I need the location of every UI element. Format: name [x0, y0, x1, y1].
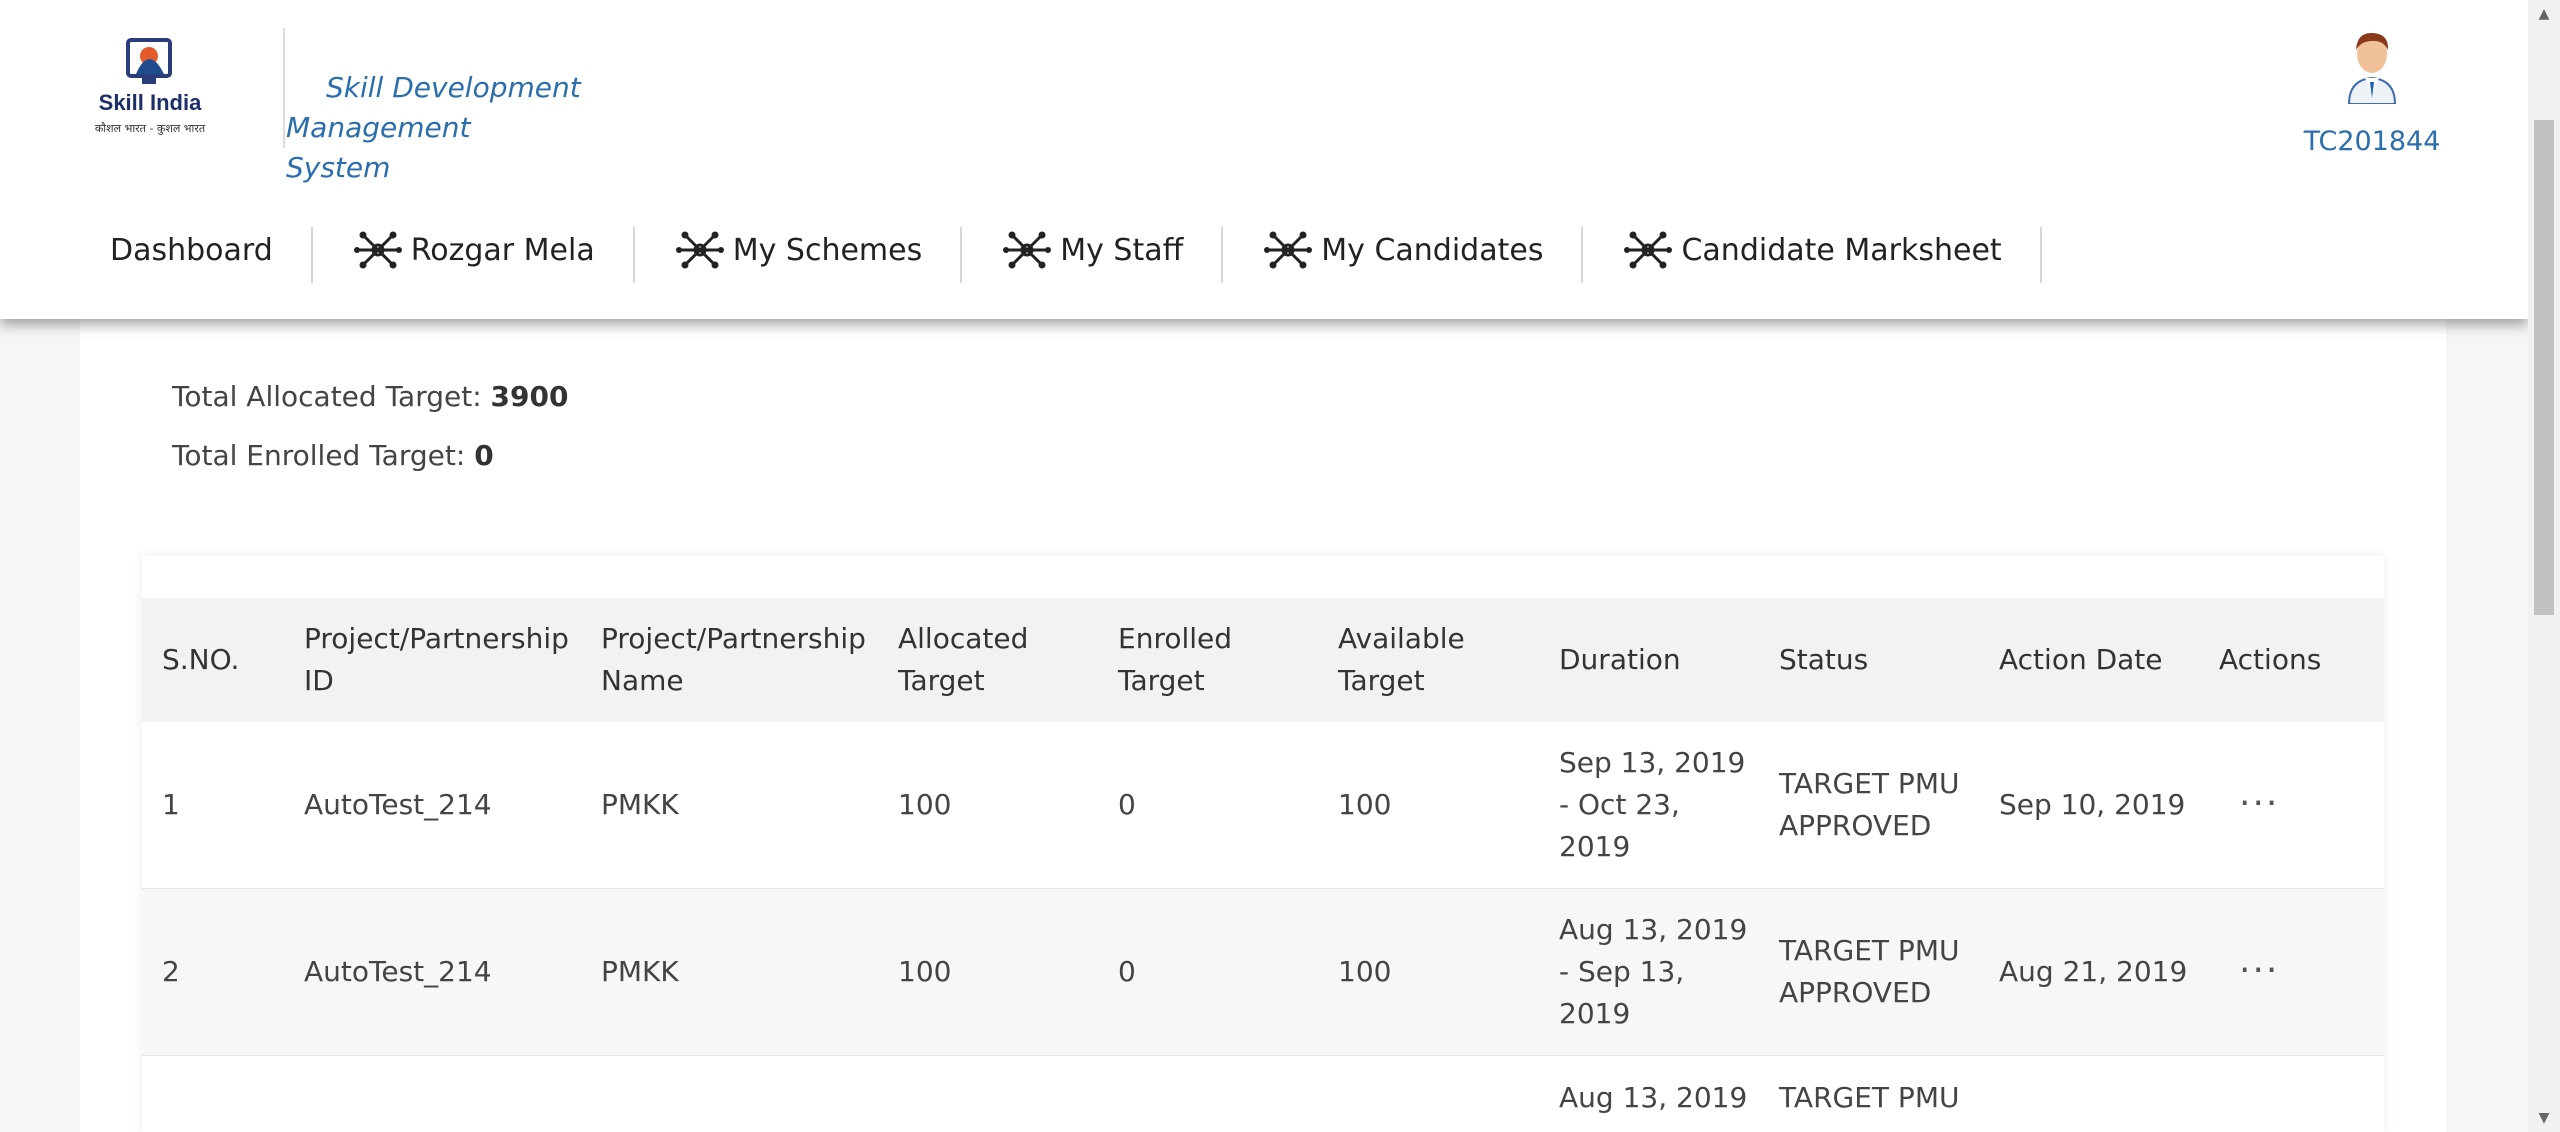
table-row: 1 AutoTest_214 PMKK 100 0 100 Sep 13, 20…	[142, 722, 2384, 889]
network-icon	[353, 231, 402, 269]
more-actions-button[interactable]: ···	[2219, 783, 2279, 824]
cell-enrolled: 0	[1118, 955, 1136, 988]
nav-my-candidates[interactable]: My Candidates	[1223, 215, 1584, 285]
nav-rozgar-mela[interactable]: Rozgar Mela	[313, 215, 635, 285]
total-enrolled-target: Total Enrolled Target: 0	[172, 439, 568, 472]
cell-project-name: PMKK	[601, 788, 679, 821]
total-enrolled-label: Total Enrolled Target:	[172, 439, 466, 472]
nav-candidate-marksheet[interactable]: Candidate Marksheet	[1583, 215, 2042, 285]
cell-project-id: AutoTest_214	[304, 788, 492, 821]
cell-status: TARGET PMU	[1779, 1081, 1960, 1114]
table-header-row: S.NO. Project/Partnership ID Project/Par…	[142, 598, 2384, 722]
cell-allocated: 100	[898, 788, 952, 821]
logo-divider	[283, 28, 285, 148]
total-allocated-target: Total Allocated Target: 3900	[172, 380, 568, 413]
network-icon	[1624, 231, 1673, 269]
cell-duration: Sep 13, 2019 - Oct 23, 2019	[1559, 746, 1746, 863]
target-summary: Total Allocated Target: 3900 Total Enrol…	[172, 380, 568, 498]
col-header-available[interactable]: Available Target	[1318, 598, 1539, 722]
cell-project-name: PMKK	[601, 955, 679, 988]
nav-my-staff[interactable]: My Staff	[962, 215, 1224, 285]
cell-action-date: Sep 10, 2019	[1999, 788, 2186, 821]
cell-project-id	[284, 1056, 581, 1132]
col-header-sno[interactable]: S.NO.	[142, 598, 284, 722]
more-actions-button[interactable]	[2219, 1076, 2239, 1117]
col-header-duration[interactable]: Duration	[1539, 598, 1759, 722]
cell-sno	[142, 1056, 284, 1132]
cell-actions: ···	[2199, 889, 2384, 1056]
cell-action-date: Aug 21, 2019	[1999, 955, 2188, 988]
cell-actions: ···	[2199, 722, 2384, 889]
cell-allocated: 100	[898, 955, 952, 988]
nav-dashboard-label: Dashboard	[110, 232, 273, 268]
page-scrollbar[interactable]: ▲ ▼	[2528, 0, 2560, 1132]
content-panel: Total Allocated Target: 3900 Total Enrol…	[80, 300, 2446, 1132]
more-actions-button[interactable]: ···	[2219, 950, 2279, 991]
nav-my-staff-label: My Staff	[1060, 232, 1184, 268]
main-nav: Dashboard Rozgar Mela My Schemes My Staf…	[0, 210, 2042, 290]
app-title-line1: Skill Development Management	[286, 71, 581, 144]
cell-status: TARGET PMU APPROVED	[1779, 767, 1960, 842]
nav-candidate-marksheet-label: Candidate Marksheet	[1681, 232, 2002, 268]
cell-available: 100	[1338, 955, 1392, 988]
cell-project-name	[581, 1056, 878, 1132]
col-header-action-date[interactable]: Action Date	[1979, 598, 2199, 722]
user-id[interactable]: TC201844	[2298, 126, 2446, 157]
scroll-up-arrow-icon[interactable]: ▲	[2528, 0, 2560, 28]
cell-sno: 1	[162, 788, 180, 821]
table-row: 2 AutoTest_214 PMKK 100 0 100 Aug 13, 20…	[142, 888, 2384, 1056]
total-allocated-label: Total Allocated Target:	[172, 380, 482, 413]
network-icon	[1264, 231, 1313, 269]
cell-enrolled: 0	[1118, 788, 1136, 821]
cell-sno: 2	[162, 955, 180, 988]
cell-available: 100	[1338, 788, 1392, 821]
cell-status: TARGET PMU APPROVED	[1779, 934, 1960, 1009]
table-row: Aug 13, 2019 TARGET PMU	[142, 1056, 2384, 1132]
user-avatar-icon[interactable]	[2337, 28, 2407, 105]
scroll-thumb[interactable]	[2534, 120, 2554, 615]
cell-project-id: AutoTest_214	[304, 955, 492, 988]
col-header-status[interactable]: Status	[1759, 598, 1979, 722]
skill-india-logo[interactable]: Skill India कौशल भारत - कुशल भारत	[80, 34, 220, 150]
cell-duration: Aug 13, 2019 - Sep 13, 2019	[1559, 913, 1748, 1030]
network-icon	[1003, 231, 1052, 269]
user-profile[interactable]: TC201844	[2298, 28, 2446, 157]
col-header-enrolled[interactable]: Enrolled Target	[1098, 598, 1318, 722]
total-allocated-value: 3900	[490, 380, 569, 413]
total-enrolled-value: 0	[474, 439, 494, 472]
target-table: S.NO. Project/Partnership ID Project/Par…	[142, 598, 2384, 1132]
cell-actions	[2199, 1056, 2384, 1132]
nav-my-candidates-label: My Candidates	[1321, 232, 1544, 268]
logo-subtext: कौशल भारत - कुशल भारत	[95, 122, 206, 135]
target-table-card: S.NO. Project/Partnership ID Project/Par…	[142, 556, 2384, 1132]
cell-enrolled	[1098, 1056, 1318, 1132]
col-header-actions: Actions	[2199, 598, 2384, 722]
scroll-down-arrow-icon[interactable]: ▼	[2528, 1104, 2560, 1132]
nav-my-schemes-label: My Schemes	[732, 232, 923, 268]
cell-action-date	[1979, 1056, 2199, 1132]
col-header-project-name[interactable]: Project/Partnership Name	[581, 598, 878, 722]
nav-rozgar-mela-label: Rozgar Mela	[410, 232, 595, 268]
logo-text: Skill India	[99, 90, 202, 115]
app-title-line2: System	[286, 151, 391, 184]
cell-duration: Aug 13, 2019	[1559, 1081, 1748, 1114]
cell-available	[1318, 1056, 1539, 1132]
app-title: Skill Development Management System	[286, 68, 766, 188]
top-header: Skill India कौशल भारत - कुशल भारत Skill …	[0, 0, 2528, 319]
cell-allocated	[878, 1056, 1098, 1132]
col-header-allocated[interactable]: Allocated Target	[878, 598, 1098, 722]
col-header-project-id[interactable]: Project/Partnership ID	[284, 598, 581, 722]
nav-my-schemes[interactable]: My Schemes	[635, 215, 963, 285]
network-icon	[675, 231, 724, 269]
nav-dashboard[interactable]: Dashboard	[0, 215, 313, 285]
